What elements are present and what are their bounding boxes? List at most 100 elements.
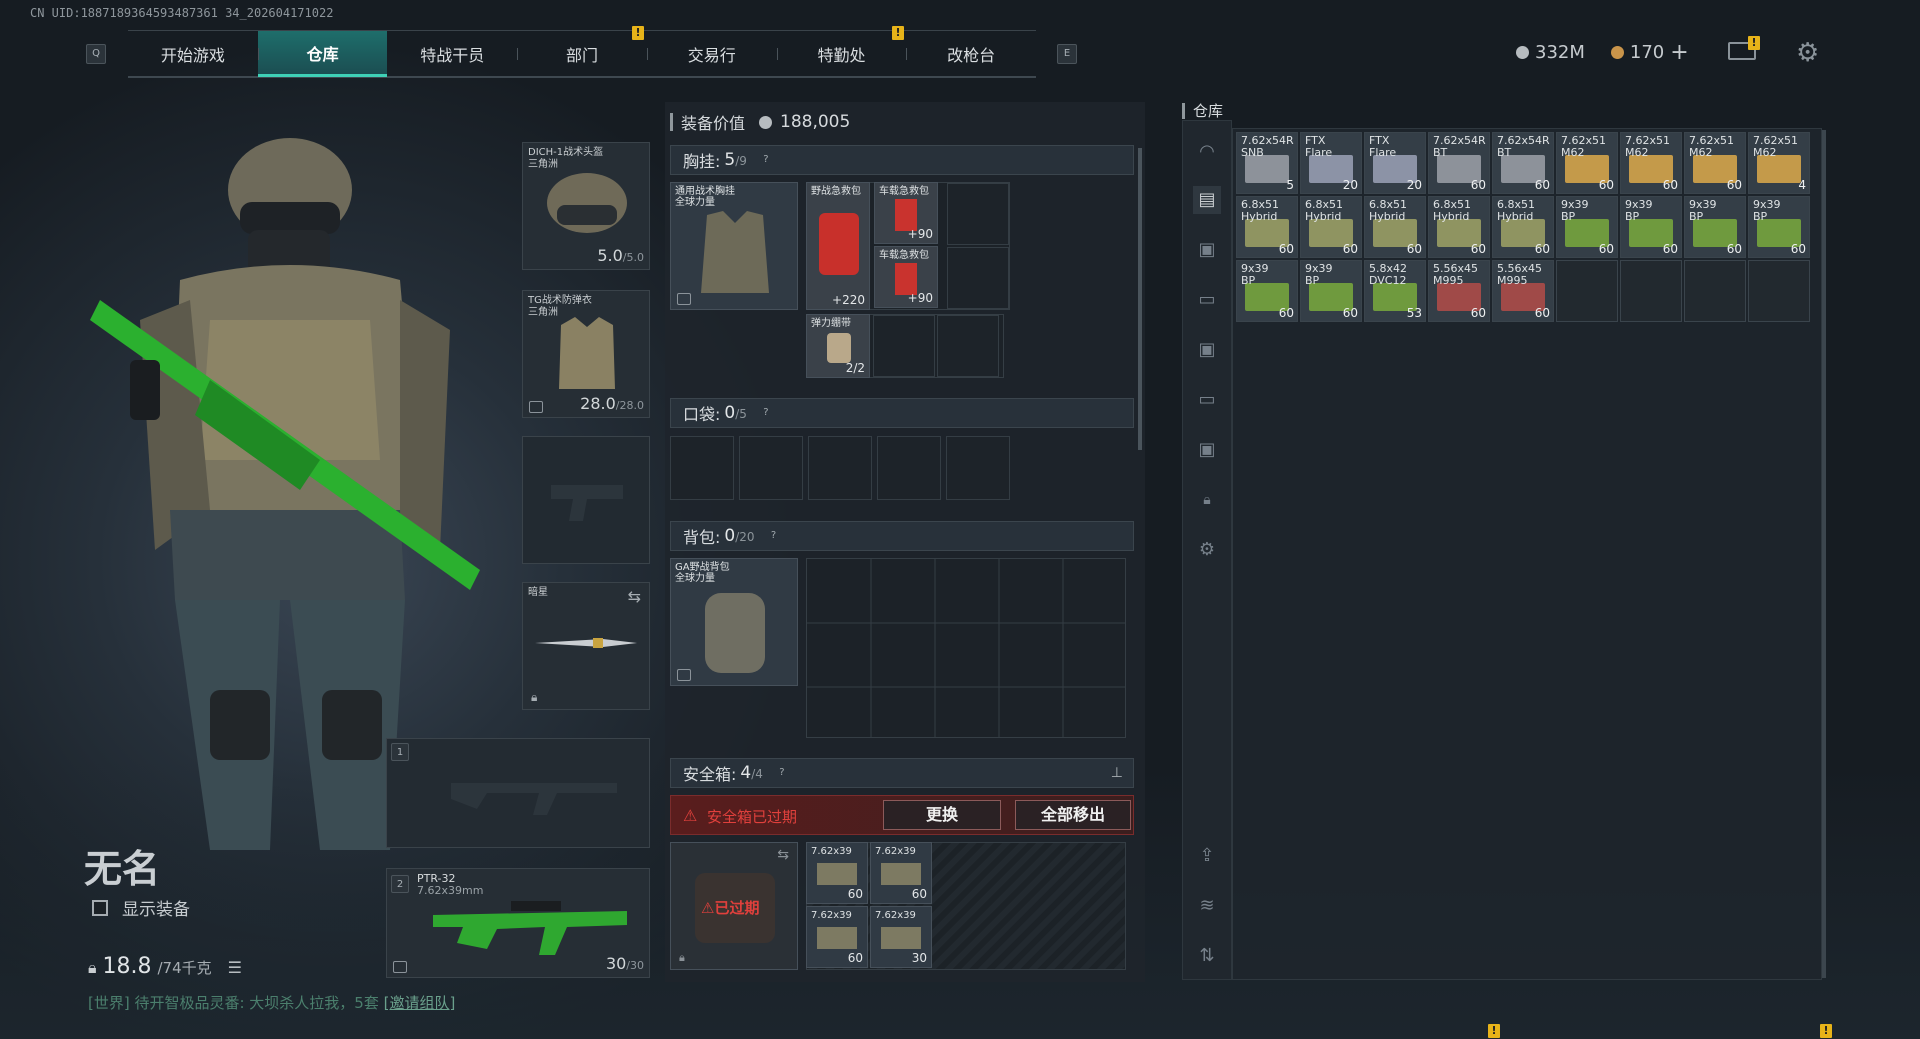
tab-market[interactable]: 交易行 (646, 31, 777, 77)
chest-rig-slot[interactable]: 通用战术胸挂 全球力量 (670, 182, 798, 310)
pocket-slot[interactable] (808, 436, 872, 500)
tab-special-ops[interactable]: 特勤处 (776, 31, 907, 77)
stash-ammo-item[interactable]: FTX Flare 20 (1300, 132, 1362, 194)
replace-button[interactable]: 更换 (883, 800, 1001, 830)
stash-ammo-item[interactable]: FTX Flare 20 (1364, 132, 1426, 194)
grid-cell[interactable] (947, 247, 1009, 309)
armor-durability: 28.0/28.0 (580, 394, 644, 413)
sort-icon[interactable]: ⇅ (1193, 942, 1221, 970)
stash-ammo-item[interactable]: 7.62x54R BT 60 (1492, 132, 1554, 194)
uid-text: CN UID:1887189364593487361 34_2026041710… (30, 6, 334, 20)
layers-icon[interactable]: ≋ (1193, 892, 1221, 920)
weight-list-icon[interactable]: ☰ (228, 958, 242, 977)
stash-ammo-item[interactable]: 6.8x51 Hybrid 60 (1428, 196, 1490, 258)
stash-ammo-item[interactable]: 5.8x42 DVC12 53 (1364, 260, 1426, 322)
stash-ammo-item[interactable]: 7.62x51 M62 60 (1620, 132, 1682, 194)
loadout-scrollbar[interactable] (1138, 148, 1142, 450)
stash-empty-cell[interactable] (1684, 260, 1746, 322)
settings-gear-icon[interactable]: ⚙ (1796, 38, 1819, 68)
crate-icon[interactable]: ▣ (1193, 436, 1221, 464)
add-currency-button[interactable]: + (1670, 40, 1688, 65)
nav-right-key[interactable]: E (1057, 44, 1077, 64)
remove-all-button[interactable]: 全部移出 (1015, 800, 1131, 830)
stash-ammo-item[interactable]: 5.56x45 M995 60 (1428, 260, 1490, 322)
ammo-item[interactable]: 7.62x39 30 (870, 906, 932, 968)
helmet-icon[interactable]: ◠ (1193, 138, 1221, 166)
car-medkit-item[interactable]: 车载急救包 +90 (874, 246, 938, 308)
car-medkit-item[interactable]: 车载急救包 +90 (874, 182, 938, 244)
stash-ammo-item[interactable]: 9x39 BP 60 (1556, 196, 1618, 258)
stash-item-count: 60 (1534, 242, 1550, 256)
stash-scrollbar[interactable] (1822, 130, 1826, 978)
stash-ammo-item[interactable]: 9x39 BP 60 (1236, 260, 1298, 322)
stash-empty-cell[interactable] (1556, 260, 1618, 322)
helmet-slot[interactable]: DICH-1战术头盔 三角洲 5.0/5.0 (522, 142, 650, 270)
primary-weapon-slot-1[interactable]: 1 (386, 738, 650, 848)
ammo-item[interactable]: 7.62x39 60 (806, 906, 868, 968)
case-icon[interactable]: ▭ (1193, 386, 1221, 414)
stash-ammo-item[interactable]: 6.8x51 Hybrid 60 (1300, 196, 1362, 258)
swap-icon[interactable]: ⇆ (777, 847, 789, 863)
stash-empty-cell[interactable] (1620, 260, 1682, 322)
help-icon[interactable]: ? (759, 153, 773, 167)
backpack-grid[interactable] (806, 558, 1126, 738)
tab-warehouse[interactable]: 仓库 (257, 31, 388, 77)
help-icon[interactable]: ? (759, 406, 773, 420)
melee-slot[interactable]: 暗星 ⇆ 🔒︎ (522, 582, 650, 710)
swap-icon[interactable]: ⇆ (628, 587, 641, 606)
help-icon[interactable]: ? (767, 529, 781, 543)
primary-weapon-slot-2[interactable]: 2 PTR-32 7.62x39mm 30/30 (386, 868, 650, 978)
stash-ammo-item[interactable]: 7.62x51 M62 60 (1684, 132, 1746, 194)
ammo-item[interactable]: 7.62x39 60 (806, 842, 868, 904)
help-icon[interactable]: ? (775, 766, 789, 780)
field-medkit-item[interactable]: 野战急救包 +220 (806, 182, 870, 310)
pistol-slot[interactable] (522, 436, 650, 564)
tab-gunsmith[interactable]: 改枪台 (906, 31, 1036, 77)
stash-ammo-item[interactable]: 7.62x54R BT 60 (1428, 132, 1490, 194)
stash-ammo-item[interactable]: 9x39 BP 60 (1684, 196, 1746, 258)
stash-ammo-item[interactable]: 6.8x51 Hybrid 60 (1364, 196, 1426, 258)
stash-ammo-item[interactable]: 5.56x45 M995 60 (1492, 260, 1554, 322)
show-equipment-checkbox[interactable] (92, 899, 108, 916)
stash-ammo-item[interactable]: 6.8x51 Hybrid 60 (1492, 196, 1554, 258)
alert-icon: ! (892, 26, 904, 40)
ammo-count: 30/30 (605, 954, 644, 973)
crate-icon[interactable]: ▣ (1193, 236, 1221, 264)
stash-ammo-item[interactable]: 7.62x51 M62 60 (1556, 132, 1618, 194)
pocket-slot[interactable] (946, 436, 1010, 500)
bag-icon[interactable]: ▤ (1193, 186, 1221, 214)
grid-cell[interactable] (873, 315, 935, 377)
stash-ammo-item[interactable]: 7.62x51 M62 4 (1748, 132, 1810, 194)
silver-coin-icon (1516, 46, 1529, 59)
stash-ammo-item[interactable]: 7.62x54R SNB 5 (1236, 132, 1298, 194)
safebox-header: 安全箱: 4/4? ⊥ (670, 758, 1134, 788)
backpack-slot[interactable]: GA野战背包 全球力量 (670, 558, 798, 686)
settings-icon[interactable]: ⚙ (1193, 536, 1221, 564)
invite-team-link[interactable]: [邀请组队] (384, 994, 456, 1012)
show-equipment-label: 显示装备 (122, 900, 190, 920)
stash-ammo-item[interactable]: 9x39 BP 60 (1748, 196, 1810, 258)
show-equipment-toggle[interactable]: 显示装备 (92, 895, 190, 920)
stash-ammo-item[interactable]: 9x39 BP 60 (1300, 260, 1362, 322)
pocket-slot[interactable] (670, 436, 734, 500)
stash-ammo-item[interactable]: 6.8x51 Hybrid 60 (1236, 196, 1298, 258)
ammo-item[interactable]: 7.62x39 60 (870, 842, 932, 904)
crate-icon[interactable]: ▣ (1193, 336, 1221, 364)
pin-icon[interactable]: ⊥ (1111, 765, 1123, 781)
bandage-item[interactable]: 弹力绷带 2/2 (806, 314, 870, 378)
tab-start-game[interactable]: 开始游戏 (128, 31, 258, 77)
grid-cell[interactable] (937, 315, 999, 377)
armor-slot[interactable]: TG战术防弹衣 三角洲 28.0/28.0 (522, 290, 650, 418)
stash-ammo-item[interactable]: 9x39 BP 60 (1620, 196, 1682, 258)
nav-left-key[interactable]: Q (86, 44, 106, 64)
case-icon[interactable]: ▭ (1193, 286, 1221, 314)
safebox-slot[interactable]: ⚠已过期 ⇆ 🔒︎ (670, 842, 798, 970)
pocket-slot[interactable] (739, 436, 803, 500)
tab-operators[interactable]: 特战干员 (387, 31, 517, 77)
lock-icon[interactable]: 🔒︎ (1193, 486, 1221, 514)
export-icon[interactable]: ⇪ (1193, 842, 1221, 870)
tab-department[interactable]: 部门 (517, 31, 647, 77)
grid-cell[interactable] (947, 183, 1009, 245)
pocket-slot[interactable] (877, 436, 941, 500)
stash-empty-cell[interactable] (1748, 260, 1810, 322)
